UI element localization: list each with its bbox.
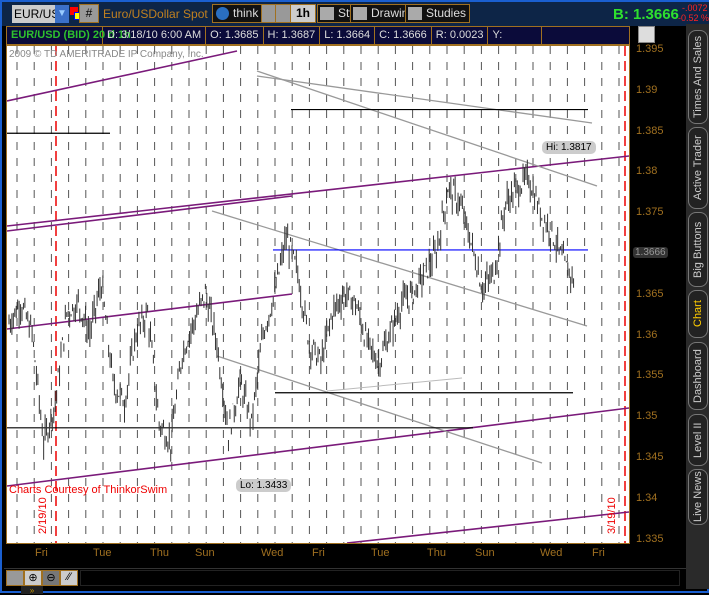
hash-button[interactable]: # xyxy=(79,4,99,23)
bar-high: H: 1.3687 xyxy=(264,27,321,44)
side-tab-dashboard[interactable]: Dashboard xyxy=(688,342,708,410)
y-tick-label: 1.39 xyxy=(636,83,658,96)
side-tab-chart[interactable]: Chart xyxy=(688,290,708,338)
channel-line xyxy=(326,377,463,392)
x-tick-label: Thu xyxy=(427,547,446,559)
chart-title: EUR/USD (BID) 20 d 1h xyxy=(7,27,131,44)
y-tick-label: 1.335 xyxy=(636,532,664,545)
symbol-dropdown-icon[interactable]: ▼ xyxy=(55,5,69,23)
percent-change: -0.52 % xyxy=(678,13,709,23)
low-label: Lo: 1.3433 xyxy=(236,479,292,492)
x-tick-label: Fri xyxy=(35,547,48,559)
chart-area[interactable]: 2009 © TD AMERITRADE IP Company, Inc. Ch… xyxy=(6,45,630,544)
x-tick-label: Thu xyxy=(150,547,169,559)
bid-price: B: 1.3666 xyxy=(613,6,679,23)
y-tick-label: 1.355 xyxy=(636,369,664,382)
price-chart xyxy=(6,46,630,544)
y-tick-label: 1.385 xyxy=(636,124,664,137)
y-tick-label: 1.36 xyxy=(636,328,658,341)
x-tick-label: Tue xyxy=(93,547,112,559)
trendline xyxy=(346,511,630,544)
style-icon xyxy=(320,7,334,20)
drawing-line-icon[interactable]: ⁄⁄ xyxy=(60,570,78,586)
studies-label: Studies xyxy=(426,6,467,20)
chart-settings-icon[interactable] xyxy=(638,26,655,43)
bar-close: C: 1.3666 xyxy=(375,27,432,44)
y-tick-label: 1.375 xyxy=(636,206,664,219)
side-tab-active-trader[interactable]: Active Trader xyxy=(688,127,708,209)
side-tab-live-news[interactable]: Live News xyxy=(688,469,708,525)
pencil-icon xyxy=(353,7,367,20)
info-bar: EUR/USD (BID) 20 d 1h D: 3/18/10 6:00 AM… xyxy=(6,26,630,45)
trendline xyxy=(6,293,293,330)
side-tab-big-buttons[interactable]: Big Buttons xyxy=(688,212,708,287)
last-price-marker: 1.3666 xyxy=(633,247,668,258)
bar-date: D: 3/18/10 6:00 AM xyxy=(103,27,207,44)
y-tick-label: 1.34 xyxy=(636,491,658,504)
x-tick-label: Sun xyxy=(475,547,495,559)
high-label: Hi: 1.3817 xyxy=(542,141,596,154)
crosshair-icon[interactable] xyxy=(6,570,24,586)
timeframe-button[interactable]: 1h xyxy=(290,4,316,23)
side-tab-level-ii[interactable]: Level II xyxy=(688,414,708,466)
x-tick-label: Tue xyxy=(371,547,390,559)
bar-low: L: 1.3664 xyxy=(320,27,376,44)
y-tick-label: 1.395 xyxy=(636,43,664,55)
trendline xyxy=(6,407,630,487)
copyright-text: 2009 © TD AMERITRADE IP Company, Inc. xyxy=(9,49,204,60)
x-tick-label: Fri xyxy=(312,547,325,559)
horizontal-scrollbar[interactable] xyxy=(80,570,680,586)
x-tick-label: Sun xyxy=(195,547,215,559)
bar-range: R: 0.0023 xyxy=(432,27,489,44)
channel-line xyxy=(256,70,598,187)
date-marker-start: 2/19/10 xyxy=(37,497,49,534)
y-tick-label: 1.38 xyxy=(636,165,658,178)
toolbar: EUR/USD ▼ # Euro/USDollar Spot think A.I… xyxy=(2,2,709,26)
channel-line xyxy=(216,355,543,464)
zoom-out-icon[interactable]: ⊖ xyxy=(42,570,60,586)
side-tab-times-and-sales[interactable]: Times And Sales xyxy=(688,30,708,124)
x-tick-label: Fri xyxy=(592,547,605,559)
globe-icon xyxy=(216,7,229,20)
studies-button[interactable]: Studies xyxy=(405,4,471,23)
symbol-description: Euro/USDollar Spot xyxy=(103,7,208,21)
zoom-in-icon[interactable]: ⊕ xyxy=(24,570,42,586)
y-tick-label: 1.365 xyxy=(636,287,664,300)
channel-line xyxy=(256,75,593,124)
y-tick-label: 1.35 xyxy=(636,410,658,423)
studies-icon xyxy=(408,7,422,20)
channel-line xyxy=(211,210,588,327)
y-tick-label: 1.345 xyxy=(636,451,664,463)
bar-open: O: 1.3685 xyxy=(206,27,264,44)
watermark-text: Charts Courtesy of ThinkorSwim xyxy=(9,484,168,496)
bottom-bar: ⊕ ⊖ ⁄⁄ » xyxy=(4,568,686,595)
net-change: -.0072 xyxy=(682,3,708,13)
x-tick-label: Wed xyxy=(261,547,284,559)
date-marker-end: 3/19/10 xyxy=(606,497,618,534)
trendline xyxy=(6,195,293,232)
think-ai-button[interactable]: think A.I. xyxy=(212,4,279,23)
bar-y: Y: xyxy=(488,27,543,44)
x-tick-label: Wed xyxy=(540,547,563,559)
